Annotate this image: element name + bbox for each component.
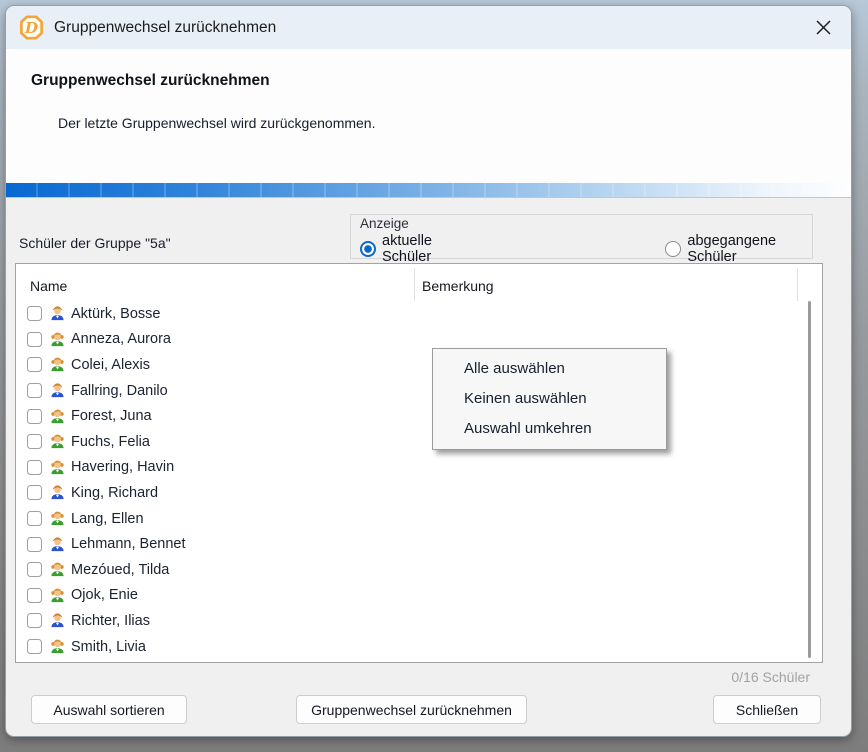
student-row[interactable] — [16, 659, 822, 663]
student-name: King, Richard — [71, 485, 158, 501]
student-list[interactable]: Name Bemerkung Aktürk, Bosse Anneza, Aur… — [15, 263, 823, 663]
page-title: Gruppenwechsel zurücknehmen — [31, 72, 270, 90]
student-name: Richter, Ilias — [71, 613, 150, 629]
student-checkbox[interactable] — [27, 357, 42, 372]
student-checkbox[interactable] — [27, 434, 42, 449]
dialog-header: Gruppenwechsel zurücknehmen Der letzte G… — [6, 49, 851, 183]
student-name: Lehmann, Bennet — [71, 536, 185, 552]
close-dialog-button[interactable]: Schließen — [713, 695, 821, 724]
radio-unselected-icon[interactable] — [665, 241, 681, 257]
student-checkbox[interactable] — [27, 537, 42, 552]
student-row[interactable]: Ojok, Enie — [16, 583, 822, 609]
student-checkbox[interactable] — [27, 511, 42, 526]
column-divider — [797, 268, 798, 301]
window-title: Gruppenwechsel zurücknehmen — [54, 19, 276, 37]
titlebar[interactable]: D Gruppenwechsel zurücknehmen — [6, 6, 851, 49]
column-divider — [414, 268, 415, 301]
student-name: Colei, Alexis — [71, 357, 150, 373]
student-row[interactable]: Aktürk, Bosse — [16, 301, 822, 327]
selection-status: 0/16 Schüler — [731, 669, 810, 685]
student-female-icon — [49, 638, 66, 655]
svg-text:D: D — [24, 19, 39, 37]
student-row[interactable]: Lehmann, Bennet — [16, 531, 822, 557]
display-filter-groupbox: Anzeige aktuelle Schüler abgegangene Sch… — [350, 214, 813, 259]
student-checkbox[interactable] — [27, 613, 42, 628]
student-checkbox[interactable] — [27, 639, 42, 654]
student-name: Fallring, Danilo — [71, 383, 168, 399]
student-row[interactable]: Anneza, Aurora — [16, 327, 822, 353]
groupbox-legend: Anzeige — [360, 216, 409, 231]
student-female-icon — [49, 433, 66, 450]
student-name: Aktürk, Bosse — [71, 306, 160, 322]
student-name: Smith, Livia — [71, 639, 146, 655]
student-name: Fuchs, Felia — [71, 434, 150, 450]
student-row[interactable]: Forest, Juna — [16, 403, 822, 429]
student-row[interactable]: Richter, Ilias — [16, 608, 822, 634]
radio-aktuelle-schueler[interactable]: aktuelle Schüler — [360, 233, 467, 265]
list-header: Name Bemerkung — [16, 264, 822, 301]
student-female-icon — [49, 356, 66, 373]
student-name: Ojok, Enie — [71, 587, 138, 603]
dialog-window: D Gruppenwechsel zurücknehmen Gruppenwec… — [5, 5, 852, 737]
student-checkbox[interactable] — [27, 460, 42, 475]
student-name: Mezóued, Tilda — [71, 562, 169, 578]
student-female-icon — [49, 459, 66, 476]
student-row[interactable]: Smith, Livia — [16, 634, 822, 660]
radio-label[interactable]: aktuelle Schüler — [382, 233, 467, 265]
student-female-icon — [49, 561, 66, 578]
student-row[interactable]: King, Richard — [16, 480, 822, 506]
context-menu-item[interactable]: Keinen auswählen — [433, 384, 666, 414]
student-female-icon — [49, 587, 66, 604]
student-name: Anneza, Aurora — [71, 331, 171, 347]
radio-abgegangene-schueler[interactable]: abgegangene Schüler — [665, 233, 806, 265]
student-checkbox[interactable] — [27, 562, 42, 577]
student-checkbox[interactable] — [27, 409, 42, 424]
undo-groupchange-button[interactable]: Gruppenwechsel zurücknehmen — [296, 695, 527, 724]
student-female-icon — [49, 510, 66, 527]
student-male-icon — [49, 305, 66, 322]
student-name: Lang, Ellen — [71, 511, 144, 527]
student-female-icon — [49, 408, 66, 425]
page-description: Der letzte Gruppenwechsel wird zurückgen… — [58, 115, 375, 131]
radio-selected-icon[interactable] — [360, 241, 376, 257]
student-row[interactable]: Havering, Havin — [16, 455, 822, 481]
student-male-icon — [49, 382, 66, 399]
student-checkbox[interactable] — [27, 306, 42, 321]
app-logo-icon: D — [18, 14, 45, 41]
sort-selection-button[interactable]: Auswahl sortieren — [31, 695, 187, 724]
student-checkbox[interactable] — [27, 588, 42, 603]
student-male-icon — [49, 536, 66, 553]
column-header-name[interactable]: Name — [30, 278, 67, 294]
student-row[interactable]: Lang, Ellen — [16, 506, 822, 532]
radio-label[interactable]: abgegangene Schüler — [687, 233, 806, 265]
context-menu-item[interactable]: Alle auswählen — [433, 354, 666, 384]
student-row[interactable]: Fallring, Danilo — [16, 378, 822, 404]
scrollbar-thumb[interactable] — [808, 301, 811, 658]
progress-gradient-bar — [6, 183, 851, 198]
student-name: Forest, Juna — [71, 408, 152, 424]
list-rows: Aktürk, Bosse Anneza, Aurora Colei, Alex… — [16, 301, 822, 663]
student-name: Havering, Havin — [71, 459, 174, 475]
student-checkbox[interactable] — [27, 485, 42, 500]
column-header-bemerkung[interactable]: Bemerkung — [422, 278, 494, 294]
student-row[interactable]: Colei, Alexis — [16, 352, 822, 378]
student-male-icon — [49, 612, 66, 629]
context-menu-item[interactable]: Auswahl umkehren — [433, 414, 666, 444]
student-row[interactable]: Mezóued, Tilda — [16, 557, 822, 583]
context-menu: Alle auswählenKeinen auswählenAuswahl um… — [432, 348, 667, 450]
group-caption: Schüler der Gruppe "5a" — [19, 235, 171, 251]
student-male-icon — [49, 484, 66, 501]
student-row[interactable]: Fuchs, Felia — [16, 429, 822, 455]
student-female-icon — [49, 331, 66, 348]
student-checkbox[interactable] — [27, 383, 42, 398]
close-icon[interactable] — [807, 12, 839, 44]
student-checkbox[interactable] — [27, 332, 42, 347]
